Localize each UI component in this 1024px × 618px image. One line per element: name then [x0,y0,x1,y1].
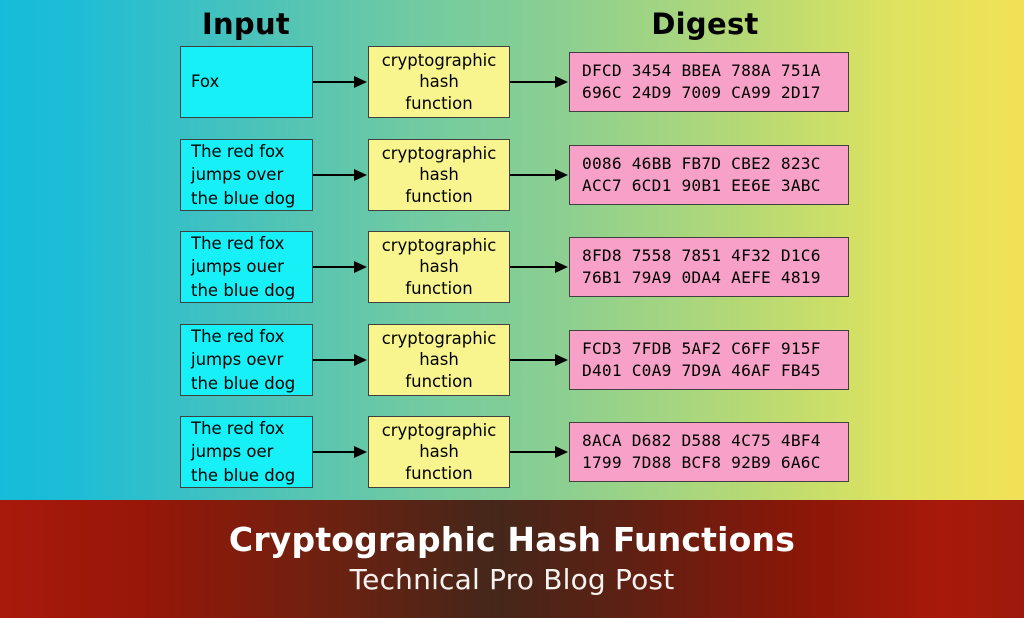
column-header-input: Input [201,7,291,41]
digest-line-2: 1799 7D88 BCF8 92B9 6A6C [582,453,821,472]
column-header-digest: Digest [651,7,759,41]
bottom-banner: Cryptographic Hash Functions Technical P… [0,500,1024,618]
hash-function-box-row-4: cryptographic hash function [368,324,510,396]
hash-function-box-row-5: cryptographic hash function [368,416,510,488]
input-text-line-2: jumps over [191,165,284,185]
hash-function-line-3: function [405,93,473,113]
input-text-line-3: the blue dog [191,188,296,208]
input-text-line-2: jumps ouer [191,257,284,277]
input-box-row-1: Fox [180,46,313,118]
arrow-input-to-function-row-3 [313,260,367,274]
input-text-line-2: jumps oer [191,442,274,462]
hash-function-line-3: function [405,186,473,206]
hash-function-line-3: function [405,463,473,483]
hash-function-line-3: function [405,278,473,298]
hash-function-line-3: function [405,371,473,391]
hash-function-line-2: hash [419,350,459,370]
hash-function-line-2: hash [419,257,459,277]
digest-line-2: ACC7 6CD1 90B1 EE6E 3ABC [582,176,821,195]
arrow-input-to-function-row-2 [313,168,367,182]
banner-title: Cryptographic Hash Functions [228,520,796,559]
input-text-line-1: The red fox [191,326,285,346]
arrow-function-to-digest-row-2 [510,168,568,182]
digest-box-row-4: FCD3 7FDB 5AF2 C6FF 915F D401 C0A9 7D9A … [569,330,849,390]
arrow-input-to-function-row-1 [313,75,367,89]
digest-line-2: 696C 24D9 7009 CA99 2D17 [582,83,821,102]
arrow-input-to-function-row-4 [313,353,367,367]
digest-line-1: DFCD 3454 BBEA 788A 751A [582,61,821,80]
arrow-function-to-digest-row-4 [510,353,568,367]
input-text-line-1: The red fox [191,141,285,161]
hash-function-box-row-3: cryptographic hash function [368,231,510,303]
input-text-line-2: jumps oevr [191,350,284,370]
arrow-function-to-digest-row-5 [510,445,568,459]
hash-function-line-2: hash [419,72,459,92]
digest-line-2: 76B1 79A9 0DA4 AEFE 4819 [582,268,821,287]
hash-function-line-1: cryptographic [381,50,497,70]
input-text-line-3: the blue dog [191,373,296,393]
digest-box-row-3: 8FD8 7558 7851 4F32 D1C6 76B1 79A9 0DA4 … [569,237,849,297]
arrow-function-to-digest-row-3 [510,260,568,274]
input-text-line-3: the blue dog [191,280,296,300]
digest-box-row-1: DFCD 3454 BBEA 788A 751A 696C 24D9 7009 … [569,52,849,112]
input-box-row-2: The red fox jumps over the blue dog [180,139,313,211]
hash-function-line-1: cryptographic [381,420,497,440]
input-box-row-4: The red fox jumps oevr the blue dog [180,324,313,396]
input-box-row-3: The red fox jumps ouer the blue dog [180,231,313,303]
input-box-row-5: The red fox jumps oer the blue dog [180,416,313,488]
hash-function-box-row-1: cryptographic hash function [368,46,510,118]
arrow-function-to-digest-row-1 [510,75,568,89]
input-text-line-3: the blue dog [191,465,296,485]
diagram-canvas: Input Digest Fox cryptographic hash func… [0,0,1024,500]
diagram-screenshot: Input Digest Fox cryptographic hash func… [0,0,1024,618]
input-text-line-1: Fox [191,72,220,92]
arrow-input-to-function-row-5 [313,445,367,459]
digest-box-row-2: 0086 46BB FB7D CBE2 823C ACC7 6CD1 90B1 … [569,145,849,205]
digest-line-1: 8FD8 7558 7851 4F32 D1C6 [582,246,821,265]
hash-function-line-1: cryptographic [381,143,497,163]
hash-function-line-1: cryptographic [381,235,497,255]
hash-function-line-2: hash [419,442,459,462]
input-text-line-1: The red fox [191,418,285,438]
digest-line-1: FCD3 7FDB 5AF2 C6FF 915F [582,339,821,358]
hash-function-box-row-2: cryptographic hash function [368,139,510,211]
input-text-line-1: The red fox [191,233,285,253]
hash-function-line-2: hash [419,165,459,185]
banner-subtitle: Technical Pro Blog Post [349,563,675,596]
digest-line-2: D401 C0A9 7D9A 46AF FB45 [582,361,821,380]
hash-function-line-1: cryptographic [381,328,497,348]
digest-line-1: 8ACA D682 D588 4C75 4BF4 [582,431,821,450]
digest-line-1: 0086 46BB FB7D CBE2 823C [582,154,821,173]
digest-box-row-5: 8ACA D682 D588 4C75 4BF4 1799 7D88 BCF8 … [569,422,849,482]
